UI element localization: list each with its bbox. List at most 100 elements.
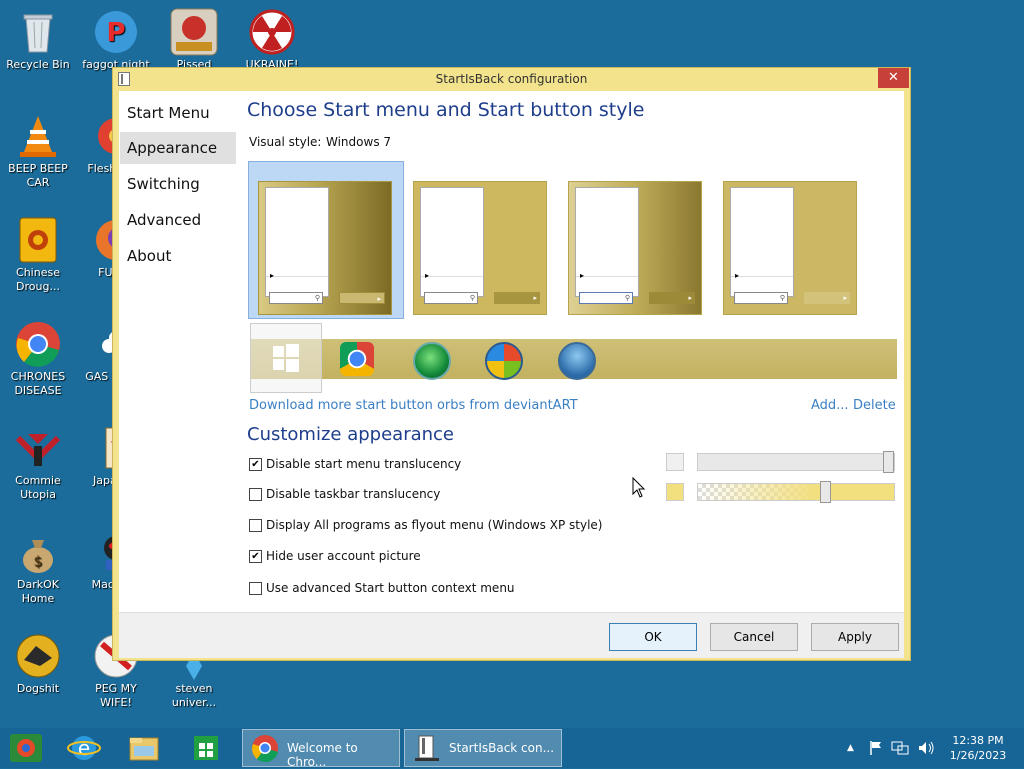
svg-text:P: P (106, 18, 125, 48)
desktop-icon-commie-utopia[interactable]: Commie Utopia (0, 424, 76, 502)
power-button-preview: ▸ (649, 292, 695, 304)
download-orbs-link[interactable]: Download more start button orbs from dev… (249, 398, 578, 413)
task-label: StartIsBack con... (449, 741, 555, 755)
icon-label: CHRONES DISEASE (10, 370, 66, 397)
desktop-icon-chrones-disease[interactable]: CHRONES DISEASE (0, 320, 76, 398)
slider-thumb[interactable] (820, 481, 831, 503)
taskbar-start-orb[interactable] (8, 732, 48, 764)
start-menu-opacity-slider[interactable] (697, 451, 895, 473)
show-hidden-icons-button[interactable]: ▲ (847, 743, 854, 753)
search-icon: ⚲ (579, 292, 633, 304)
taskbar-task-chrome[interactable]: Welcome to Chro... (242, 729, 400, 769)
nav-item-appearance[interactable]: Appearance (120, 132, 236, 164)
round-p-logo-icon: P (92, 8, 140, 56)
option-label: Disable taskbar translucency (266, 487, 441, 501)
store-icon (194, 736, 218, 760)
start-menu-preview: ▸ (265, 187, 329, 297)
slider-thumb[interactable] (883, 451, 894, 473)
dialog-footer: OK Cancel Apply (119, 612, 904, 658)
start-menu-preview: ▸ (575, 187, 639, 297)
desktop-icon-pissed[interactable]: Pissed (156, 8, 232, 72)
close-button[interactable]: ✕ (878, 68, 909, 88)
icon-label: steven univer... (171, 682, 217, 709)
volume-icon[interactable] (917, 740, 935, 756)
nav-item-about[interactable]: About (120, 240, 236, 272)
windows8-logo-icon (273, 344, 299, 372)
desktop-icon-beep-beep-car[interactable]: BEEP BEEP CAR (0, 112, 76, 190)
delete-orb-link[interactable]: Delete (853, 398, 896, 413)
action-center-flag-icon[interactable] (869, 740, 883, 756)
nav-item-start-menu[interactable]: Start Menu (120, 97, 236, 129)
red-emblem-icon (14, 424, 62, 472)
checkbox-flyout-menu[interactable] (249, 519, 262, 532)
orb-clover[interactable] (413, 342, 451, 380)
desktop-icon-dogshit[interactable]: Dogshit (0, 632, 76, 696)
start-menu-color-swatch[interactable] (666, 453, 684, 471)
start-orb-icon (10, 734, 42, 762)
window-titlebar[interactable]: StartIsBack configuration ✕ (113, 68, 910, 90)
clock-date: 1/26/2023 (949, 749, 1007, 762)
taskbar-color-swatch[interactable] (666, 483, 684, 501)
mahjong-tile-icon (14, 216, 62, 264)
window-client: Start Menu Appearance Switching Advanced… (119, 91, 904, 658)
vlc-cone-icon (14, 112, 62, 160)
chrome-icon (14, 320, 62, 368)
internet-explorer-icon: e (67, 736, 101, 760)
ok-button[interactable]: OK (609, 623, 697, 651)
clock-time: 12:38 PM (952, 734, 1004, 747)
style-tile-3[interactable]: ▸ ⚲ ▸ (568, 181, 702, 315)
taskbar-internet-explorer[interactable]: e (66, 732, 106, 764)
startisback-window: StartIsBack configuration ✕ Start Menu A… (112, 67, 911, 661)
folder-icon (129, 737, 159, 761)
desktop-icon-faggot-night[interactable]: P faggot night (78, 8, 154, 72)
start-menu-preview: ▸ (420, 187, 484, 297)
desktop-icon-chinese-drougs[interactable]: Chinese Droug... (0, 216, 76, 294)
nav-item-switching[interactable]: Switching (120, 168, 236, 200)
search-icon: ⚲ (424, 292, 478, 304)
taskbar-task-startisback[interactable]: StartIsBack con... (404, 729, 562, 767)
arrow-icon: ▸ (580, 271, 585, 280)
apply-button[interactable]: Apply (811, 623, 899, 651)
dog-emblem-icon (14, 632, 62, 680)
taskbar-file-explorer[interactable] (126, 732, 166, 764)
orb-windows8[interactable] (250, 323, 322, 393)
taskbar-opacity-slider[interactable] (697, 481, 895, 503)
power-button-preview: ▸ (339, 292, 385, 304)
heading-customize: Customize appearance (247, 424, 454, 445)
orb-windows7[interactable] (485, 342, 523, 380)
nav-sidebar: Start Menu Appearance Switching Advanced… (119, 91, 239, 591)
option-label: Disable start menu translucency (266, 457, 462, 471)
option-label: Display All programs as flyout menu (Win… (266, 518, 603, 532)
cancel-button[interactable]: Cancel (710, 623, 798, 651)
svg-text:e: e (78, 736, 90, 760)
network-icon[interactable] (891, 740, 909, 756)
clock[interactable]: 12:38 PM 1/26/2023 (943, 733, 1013, 763)
add-orb-link[interactable]: Add... (811, 398, 849, 413)
search-icon: ⚲ (269, 292, 323, 304)
power-button-preview: ▸ (494, 292, 540, 304)
checkbox-disable-start-translucency[interactable]: ✔ (249, 458, 262, 471)
icon-label: Commie Utopia (15, 474, 61, 501)
visual-style-label: Visual style: (249, 135, 322, 149)
radiation-icon (248, 8, 296, 56)
style-tile-4[interactable]: ▸ ⚲ ▸ (723, 181, 857, 315)
desktop-icon-ukraine[interactable]: UKRAINE! (234, 8, 310, 72)
checkbox-hide-user-picture[interactable]: ✔ (249, 550, 262, 563)
icon-label: DarkOK Home (17, 578, 59, 605)
startisback-app-icon (415, 735, 439, 761)
orb-chrome[interactable] (340, 342, 374, 376)
desktop-icon-darkok-home[interactable]: $ DarkOK Home (0, 528, 76, 606)
icon-label: Recycle Bin (6, 58, 70, 71)
nav-item-advanced[interactable]: Advanced (120, 204, 236, 236)
style-tile-2[interactable]: ▸ ⚲ ▸ (413, 181, 547, 315)
checkbox-disable-taskbar-translucency[interactable] (249, 488, 262, 501)
checkbox-advanced-context-menu[interactable] (249, 582, 262, 595)
taskbar-store[interactable] (188, 732, 228, 764)
visual-style-value: Windows 7 (326, 135, 392, 149)
orb-vista[interactable] (558, 342, 596, 380)
desktop-icon-recycle-bin[interactable]: Recycle Bin (0, 8, 76, 72)
svg-text:$: $ (34, 554, 43, 570)
chrome-icon (252, 735, 278, 762)
system-tray: ▲ 12:38 PM 1/26/2023 (843, 728, 1024, 768)
style-tile-1[interactable]: ▸ ⚲ ▸ (258, 181, 392, 315)
